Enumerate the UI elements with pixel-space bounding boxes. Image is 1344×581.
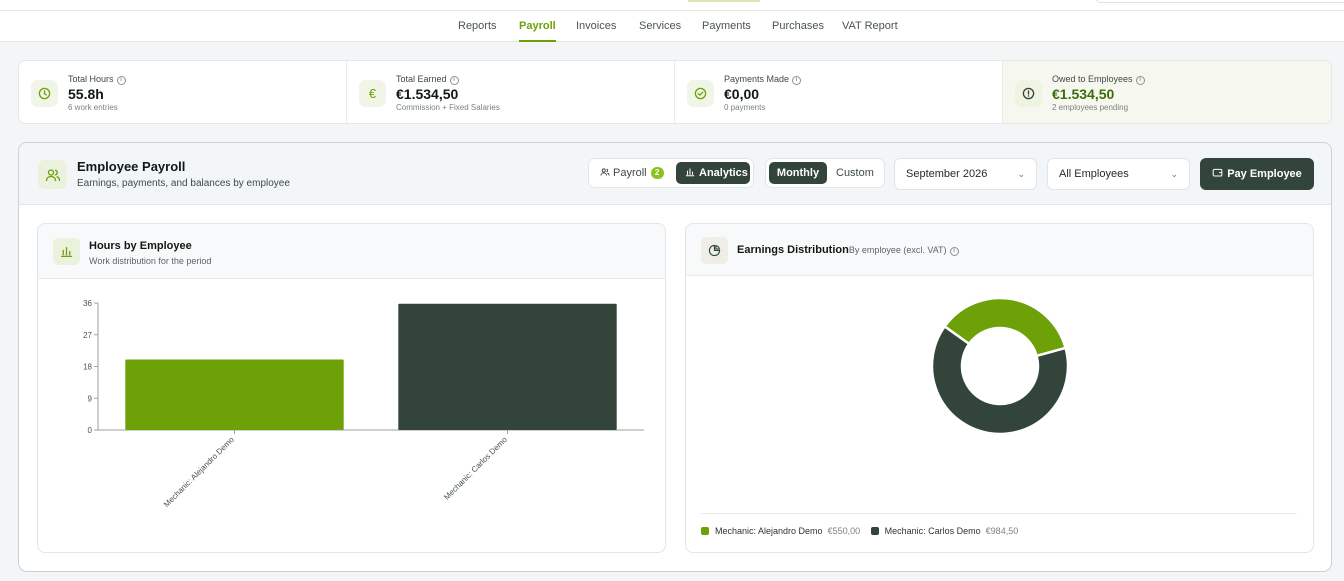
x-tick-label: Mechanic: Alejandro Demo [162, 435, 236, 509]
summary-stats: Total Hours i 55.8h 6 work entries € Tota… [18, 60, 1332, 124]
users-icon [38, 160, 67, 189]
tab-reports[interactable]: Reports [458, 11, 497, 42]
card-title: Earnings DistributionBy employee (excl. … [737, 244, 959, 256]
stat-label: Payments Made [724, 74, 790, 84]
divider [701, 513, 1297, 514]
bar[interactable] [398, 303, 617, 430]
pay-employee-label: Pay Employee [1227, 168, 1302, 180]
stat-label: Total Earned [396, 74, 447, 84]
header-search-box[interactable] [1096, 0, 1344, 3]
chevron-down-icon: ⌄ [1017, 169, 1025, 179]
pay-employee-button[interactable]: Pay Employee [1200, 158, 1314, 190]
y-tick-label: 27 [83, 331, 92, 340]
payroll-view-button[interactable]: Payroll 2 [600, 162, 664, 184]
stat-label: Total Hours [68, 74, 114, 84]
euro-icon: € [359, 80, 386, 107]
bar[interactable] [125, 359, 344, 430]
info-icon[interactable]: i [949, 247, 959, 256]
employee-payroll-panel: Employee Payroll Earnings, payments, and… [18, 142, 1332, 572]
tab-payments[interactable]: Payments [702, 11, 751, 42]
check-circle-icon [687, 80, 714, 107]
tab-purchases[interactable]: Purchases [772, 11, 824, 42]
tab-payroll[interactable]: Payroll [519, 11, 556, 42]
analytics-view-button[interactable]: Analytics [676, 162, 750, 184]
view-toggle: Payroll 2 Analytics [588, 158, 754, 188]
section-nav: Reports Payroll Invoices Services Paymen… [0, 11, 1344, 42]
tab-invoices[interactable]: Invoices [576, 11, 616, 42]
stat-label: Owed to Employees [1052, 74, 1133, 84]
users-icon [600, 168, 610, 176]
y-tick-label: 36 [83, 299, 92, 308]
stat-payments-made: Payments Made i €0,00 0 payments [675, 61, 1003, 123]
clock-icon [31, 80, 58, 107]
tab-services[interactable]: Services [639, 11, 681, 42]
stat-value: 55.8h [68, 86, 104, 102]
wallet-icon [1212, 168, 1223, 177]
month-select-value: September 2026 [906, 168, 988, 180]
header-highlight [688, 0, 760, 2]
legend-label: Mechanic: Carlos Demo [884, 526, 981, 536]
card-subtitle: By employee (excl. VAT) [848, 245, 947, 255]
earnings-distribution-card: Earnings DistributionBy employee (excl. … [685, 223, 1314, 553]
stat-value: €1.534,50 [1052, 86, 1115, 102]
info-icon[interactable]: i [116, 76, 126, 85]
employee-select-value: All Employees [1059, 168, 1129, 180]
y-tick-label: 18 [83, 363, 92, 372]
panel-header: Employee Payroll Earnings, payments, and… [19, 143, 1331, 205]
analytics-view-label: Analytics [699, 167, 748, 179]
legend-value: €550,00 [827, 526, 861, 536]
pie-chart-icon [701, 237, 728, 264]
card-subtitle: Work distribution for the period [89, 256, 212, 266]
alert-circle-icon [1015, 80, 1042, 107]
employee-select[interactable]: All Employees ⌄ [1047, 158, 1190, 190]
card-title: Hours by Employee [89, 240, 192, 252]
page-subtitle: Earnings, payments, and balances by empl… [77, 178, 290, 189]
stat-total-earned: € Total Earned i €1.534,50 Commission + F… [347, 61, 675, 123]
stat-value: €0,00 [724, 86, 760, 102]
x-tick-label: Mechanic: Carlos Demo [442, 435, 509, 502]
hours-by-employee-card: Hours by Employee Work distribution for … [37, 223, 666, 553]
monthly-button[interactable]: Monthly [769, 162, 827, 184]
stat-subtext: Commission + Fixed Salaries [396, 103, 500, 112]
page-title: Employee Payroll [77, 159, 186, 174]
bar-chart-icon [53, 238, 80, 265]
custom-button[interactable]: Custom [836, 162, 874, 184]
y-tick-label: 0 [88, 426, 93, 435]
payroll-count-badge: 2 [650, 167, 664, 179]
chart-legend: Mechanic: Alejandro Demo €550,00 Mechanic… [701, 526, 1026, 536]
bar-chart-icon [685, 168, 695, 177]
stat-owed-to-employees: Owed to Employees i €1.534,50 2 employees… [1003, 61, 1331, 123]
info-icon[interactable]: i [792, 76, 802, 85]
stat-total-hours: Total Hours i 55.8h 6 work entries [19, 61, 347, 123]
chevron-down-icon: ⌄ [1170, 169, 1178, 179]
info-icon[interactable]: i [449, 76, 459, 85]
earnings-donut-chart [930, 296, 1070, 436]
hours-bar-chart: 0 9 18 27 36 Mechanic: Alejandro Demo Mechanic… [83, 299, 644, 509]
legend-value: €984,50 [985, 526, 1019, 536]
top-header-strip [0, 0, 1344, 11]
payroll-view-label: Payroll [613, 167, 647, 179]
legend-swatch [701, 527, 709, 535]
period-toggle: Monthly Custom [765, 158, 885, 188]
stat-subtext: 6 work entries [68, 103, 118, 112]
info-icon[interactable]: i [1135, 76, 1145, 85]
legend-label: Mechanic: Alejandro Demo [715, 526, 823, 536]
tab-vat-report[interactable]: VAT Report [842, 11, 898, 42]
legend-swatch [870, 527, 879, 535]
stat-subtext: 2 employees pending [1052, 103, 1129, 112]
stat-value: €1.534,50 [396, 86, 459, 102]
y-tick-label: 9 [88, 394, 93, 403]
stat-subtext: 0 payments [724, 103, 766, 112]
month-select[interactable]: September 2026 ⌄ [894, 158, 1037, 190]
card-title-text: Earnings Distribution [737, 244, 849, 256]
